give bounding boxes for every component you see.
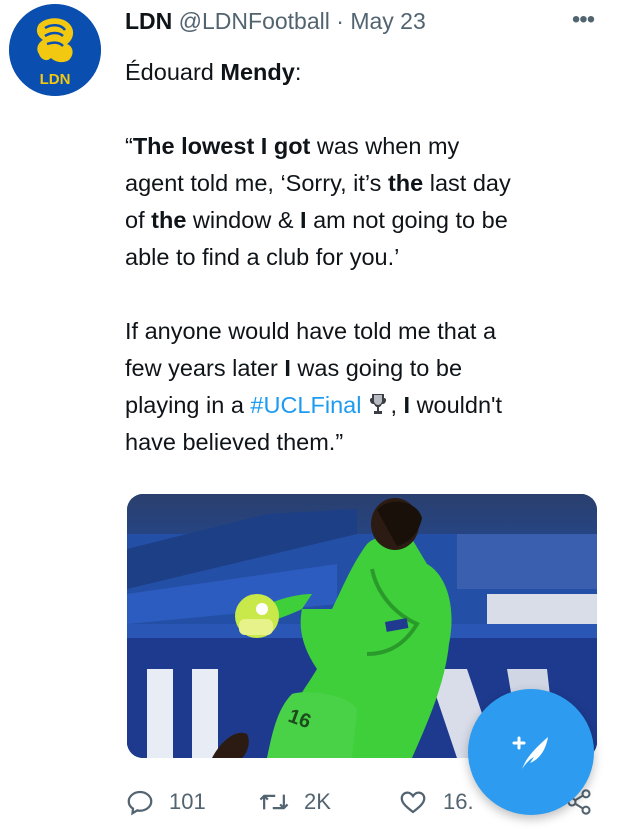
compose-tweet-icon — [512, 736, 548, 769]
retweet-button[interactable]: 2K — [258, 784, 331, 820]
separator: · — [336, 8, 344, 34]
text-line: of the window & I am not going to be — [125, 207, 508, 233]
text-line: have believed them.” — [125, 429, 344, 455]
avatar[interactable]: LDN — [9, 4, 101, 96]
like-button[interactable]: 16. — [397, 784, 474, 820]
text-line: agent told me, ‘Sorry, it’s the last day — [125, 170, 511, 196]
text-line: “The lowest I got was when my — [125, 133, 460, 159]
text-line: few years later I was going to be — [125, 355, 463, 381]
trophy-icon — [370, 394, 387, 414]
text-line: able to find a club for you.’ — [125, 244, 400, 270]
author-handle[interactable]: @LDNFootball — [179, 8, 330, 34]
hashtag-link[interactable]: #UCLFinal — [250, 392, 361, 418]
lion-logo-icon: LDN — [9, 4, 101, 96]
avatar-text: LDN — [40, 71, 71, 88]
author-name[interactable]: LDN — [125, 8, 172, 34]
retweet-count: 2K — [304, 789, 331, 814]
text-line: Édouard Mendy: — [125, 59, 302, 85]
tweet-header: LDN @LDNFootball · May 23 — [125, 6, 426, 36]
retweet-icon — [259, 794, 289, 810]
reply-button[interactable]: 101 — [125, 784, 206, 820]
text-line: If anyone would have told me that a — [125, 318, 497, 344]
compose-tweet-button[interactable] — [468, 689, 594, 815]
reply-icon — [127, 790, 153, 816]
like-icon — [400, 791, 426, 814]
more-options-icon[interactable]: ••• — [566, 4, 600, 36]
text-line: playing in a #UCLFinal, I wouldn't — [125, 392, 503, 418]
reply-count: 101 — [169, 789, 206, 814]
tweet-text: Édouard Mendy: “The lowest I got was whe… — [125, 54, 605, 461]
tweet-date[interactable]: May 23 — [350, 8, 425, 34]
like-count: 16. — [443, 789, 474, 814]
